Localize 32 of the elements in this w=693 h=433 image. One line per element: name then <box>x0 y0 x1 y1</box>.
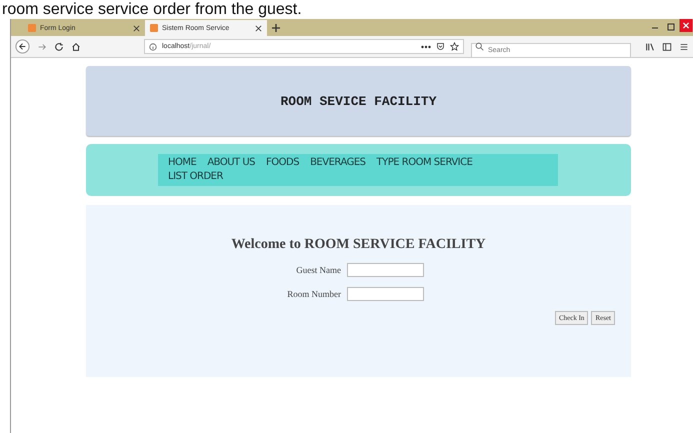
page-icon <box>28 24 36 32</box>
field-label: Guest Name <box>295 265 341 275</box>
star-icon[interactable] <box>450 42 459 51</box>
page-icon <box>150 24 158 32</box>
close-icon[interactable] <box>255 24 262 32</box>
nav-link[interactable]: ABOUT US <box>207 156 256 170</box>
nav-link[interactable]: FOODS <box>266 156 300 170</box>
new-tab-icon[interactable] <box>271 23 281 33</box>
welcome-heading: Welcome to ROOM SERVICE FACILITY <box>231 237 486 253</box>
site-title: ROOM SEVICE FACILITY <box>280 94 437 108</box>
nav-link[interactable]: HOME <box>168 156 196 170</box>
menu-icon[interactable] <box>679 42 689 52</box>
caption-text: room service service order from the guest. <box>1 0 303 19</box>
input-field[interactable] <box>347 263 424 277</box>
maximize-icon[interactable] <box>666 22 676 32</box>
back-icon[interactable] <box>15 39 30 54</box>
input-field[interactable] <box>347 287 424 301</box>
field-label: Room Number <box>286 289 341 299</box>
info-icon[interactable] <box>149 42 157 50</box>
nav-link[interactable]: BEVERAGES <box>310 156 366 170</box>
nav-link[interactable]: LIST ORDER <box>168 170 223 184</box>
sidebar-icon[interactable] <box>662 42 672 52</box>
reload-icon[interactable] <box>54 42 64 52</box>
home-icon[interactable] <box>71 42 81 52</box>
search-icon <box>475 42 484 51</box>
nav-link[interactable]: TYPE ROOM SERVICE <box>376 156 472 170</box>
forward-icon[interactable] <box>37 42 47 52</box>
shield-icon[interactable] <box>436 42 445 51</box>
close-window-icon[interactable] <box>679 19 693 32</box>
close-icon[interactable] <box>133 24 140 32</box>
more-icon[interactable] <box>421 44 431 48</box>
library-icon[interactable] <box>645 42 655 52</box>
